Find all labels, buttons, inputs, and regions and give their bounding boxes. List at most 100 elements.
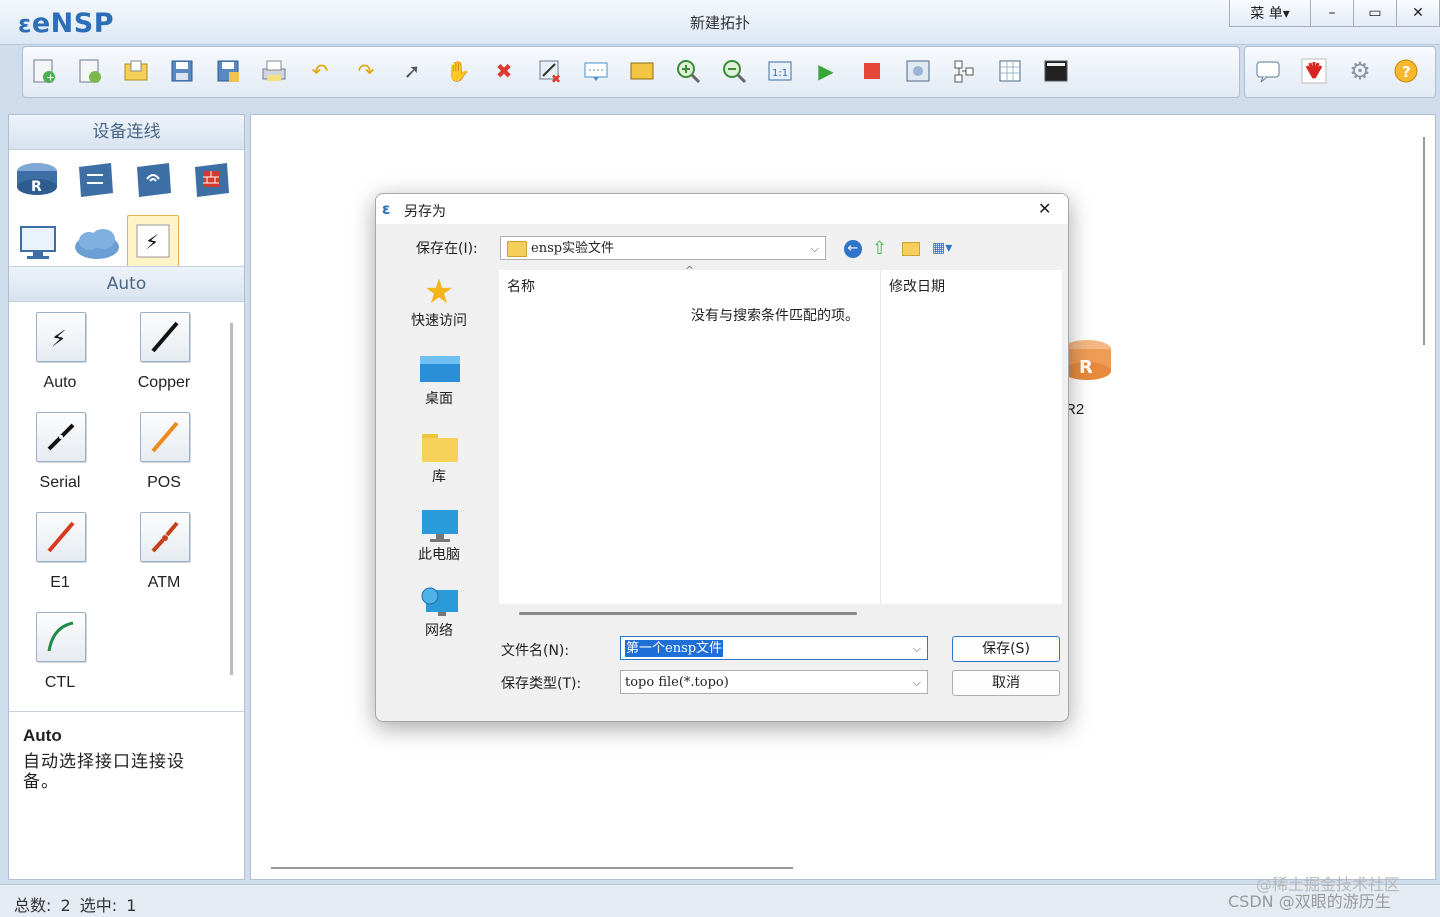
network-icon [420, 586, 458, 618]
nav-quick-access-label: 快速访问 [411, 313, 467, 329]
svg-text:1:1: 1:1 [772, 68, 788, 79]
description-title: Auto [23, 726, 62, 745]
up-folder-icon[interactable]: ⇧ [872, 238, 887, 259]
select-pointer-icon[interactable]: ➚ [397, 56, 427, 86]
cable-e1-label: E1 [50, 574, 70, 591]
cable-pos-icon[interactable] [140, 412, 190, 462]
cable-atm-icon[interactable] [140, 512, 190, 562]
minimize-button[interactable]: – [1311, 0, 1354, 27]
huawei-icon[interactable] [1299, 56, 1329, 86]
menu-button[interactable]: 菜 单▾ [1230, 0, 1311, 27]
description-text: 自动选择接口连接设备。 [23, 752, 185, 792]
cable-copper-icon[interactable] [140, 312, 190, 362]
capture-icon[interactable] [903, 56, 933, 86]
view-menu-icon[interactable]: ▦▾ [932, 240, 952, 256]
back-icon[interactable]: ← [844, 240, 862, 258]
pc-icon[interactable] [17, 223, 61, 263]
stop-device-icon[interactable] [857, 56, 887, 86]
new-lab-icon[interactable] [75, 56, 105, 86]
title-bar: εeNSP 新建拓扑 菜 单▾ – ▭ ✕ [0, 0, 1440, 45]
nav-desktop-label: 桌面 [425, 391, 453, 407]
save-in-select[interactable]: ensp实验文件 ⌵ [500, 236, 826, 260]
new-topology-icon[interactable]: + [29, 56, 59, 86]
nav-network-label: 网络 [425, 623, 453, 639]
cable-ctl-icon[interactable] [36, 612, 86, 662]
cancel-button[interactable]: 取消 [952, 670, 1060, 696]
fit-view-icon[interactable]: 1:1 [765, 56, 795, 86]
delete-links-icon[interactable]: ✖ [535, 56, 565, 86]
nav-this-pc[interactable]: 此电脑 [394, 510, 484, 564]
filename-input[interactable]: 第一个ensp文件 ⌵ [620, 636, 928, 660]
main-toolbar: + ↶ ↷ ➚ ✋ ✖ ✖ 1:1 ▶ [22, 46, 1240, 98]
star-icon: ★ [423, 272, 455, 312]
svg-text:?: ? [1402, 63, 1411, 81]
cloud-icon[interactable] [73, 223, 119, 263]
start-device-icon[interactable]: ▶ [811, 56, 841, 86]
nav-quick-access[interactable]: ★ 快速访问 [394, 272, 484, 330]
text-label-icon[interactable] [581, 56, 611, 86]
router-icon[interactable]: R [15, 159, 59, 199]
nav-library-label: 库 [432, 469, 446, 485]
column-modified-header[interactable]: 修改日期 [889, 276, 945, 296]
cable-auto-icon[interactable]: ⚡ [36, 312, 86, 362]
cable-pos-label: POS [147, 474, 181, 491]
settings-icon[interactable]: ⚙ [1345, 56, 1375, 86]
cable-atm-label: ATM [147, 574, 181, 591]
auto-link-icon[interactable]: ⚡ [127, 215, 179, 267]
print-icon[interactable] [259, 56, 289, 86]
dialog-title: 另存为 [404, 204, 446, 220]
watermark-csdn: CSDN @双眼的游历生 [1228, 892, 1391, 911]
canvas-horizontal-scrollbar[interactable] [271, 867, 793, 869]
dialog-close-button[interactable]: ✕ [1038, 199, 1051, 218]
dialog-title-bar: ε 另存为 ✕ [376, 194, 1068, 224]
nav-this-pc-label: 此电脑 [418, 547, 460, 563]
topology-icon[interactable] [949, 56, 979, 86]
save-icon[interactable] [167, 56, 197, 86]
canvas-vertical-scrollbar[interactable] [1423, 137, 1425, 345]
nav-desktop[interactable]: 桌面 [394, 354, 484, 408]
grid-icon[interactable] [995, 56, 1025, 86]
file-list-scrollbar[interactable] [519, 612, 857, 615]
new-folder-icon[interactable] [902, 242, 920, 256]
cable-list-scrollbar[interactable] [230, 323, 233, 675]
folder-icon [507, 241, 527, 257]
zoom-out-icon[interactable] [719, 56, 749, 86]
firewall-icon[interactable] [189, 159, 233, 199]
save-as-icon[interactable] [213, 56, 243, 86]
switch-icon[interactable] [73, 159, 117, 199]
zoom-in-icon[interactable] [673, 56, 703, 86]
redo-icon[interactable]: ↷ [351, 56, 381, 86]
help-icon[interactable]: ? [1391, 56, 1421, 86]
filetype-label: 保存类型(T): [501, 676, 582, 692]
sort-up-icon: ^ [685, 264, 695, 277]
chat-icon[interactable] [1253, 56, 1283, 86]
cable-e1-icon[interactable] [36, 512, 86, 562]
description-box: Auto 自动选择接口连接设备。 [9, 711, 244, 880]
delete-icon[interactable]: ✖ [489, 56, 519, 86]
terminal-icon[interactable] [1041, 56, 1071, 86]
desktop-icon [420, 354, 460, 386]
rectangle-icon[interactable] [627, 56, 657, 86]
wireless-icon[interactable] [131, 159, 175, 199]
chevron-down-icon: ⌵ [912, 676, 921, 689]
chevron-down-icon: ⌵ [912, 642, 921, 655]
column-name-header[interactable]: 名称 [507, 276, 535, 296]
window-title: 新建拓扑 [689, 14, 750, 32]
undo-icon[interactable]: ↶ [305, 56, 335, 86]
filetype-select[interactable]: topo file(*.topo) ⌵ [620, 670, 928, 694]
empty-message: 没有与搜索条件匹配的项。 [691, 308, 859, 324]
close-window-button[interactable]: ✕ [1397, 0, 1440, 27]
filetype-value: topo file(*.topo) [625, 675, 729, 690]
open-icon[interactable] [121, 56, 151, 86]
save-button[interactable]: 保存(S) [952, 636, 1060, 662]
svg-text:✖: ✖ [551, 72, 561, 84]
this-pc-icon [420, 510, 458, 542]
maximize-button[interactable]: ▭ [1354, 0, 1397, 27]
file-list[interactable]: 名称 ^ 修改日期 没有与搜索条件匹配的项。 [499, 264, 1062, 615]
cable-serial-icon[interactable] [36, 412, 86, 462]
svg-text:+: + [46, 71, 55, 84]
nav-library[interactable]: 库 [394, 432, 484, 486]
nav-network[interactable]: 网络 [394, 586, 484, 640]
window-controls: 菜 单▾ – ▭ ✕ [1229, 0, 1440, 27]
pan-hand-icon[interactable]: ✋ [443, 56, 473, 86]
